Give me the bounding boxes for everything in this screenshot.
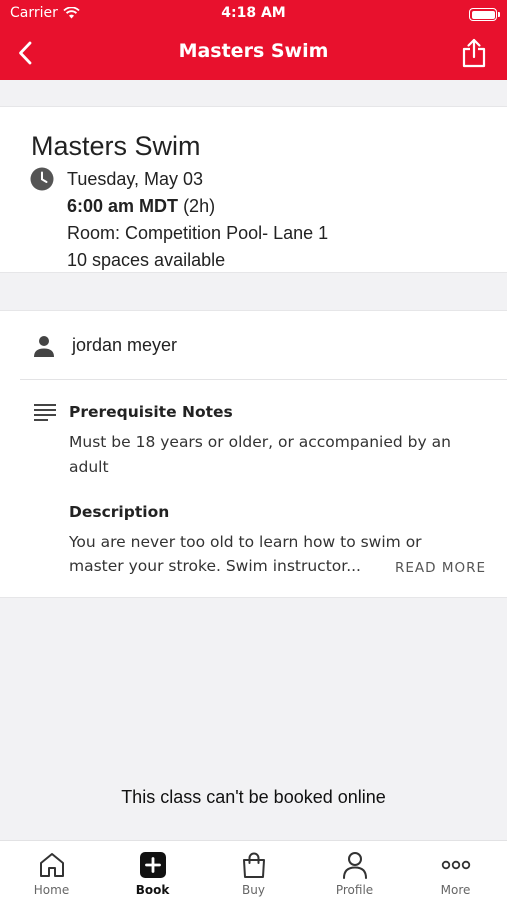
shopping-bag-icon <box>242 852 265 878</box>
tab-more[interactable]: More <box>405 841 506 900</box>
tab-book[interactable]: Book <box>102 841 203 900</box>
tab-bar: Home Book Buy Profile More <box>0 840 507 900</box>
instructor-name[interactable]: jordan meyer <box>72 335 177 356</box>
class-summary-card: Masters Swim Tuesday, May 03 6:00 am MDT… <box>0 106 507 273</box>
description-heading: Description <box>69 503 170 521</box>
tab-profile[interactable]: Profile <box>304 841 405 900</box>
more-dots-icon <box>441 860 470 870</box>
tab-home[interactable]: Home <box>1 841 102 900</box>
app-header: Carrier 4:18 AM Masters Swim <box>0 0 507 80</box>
battery-icon <box>469 8 500 21</box>
read-more-link[interactable]: READ MORE <box>395 560 486 576</box>
tab-label-more: More <box>440 883 471 897</box>
tab-buy[interactable]: Buy <box>203 841 304 900</box>
person-outline-icon <box>342 852 367 879</box>
class-time: 6:00 am MDT <box>67 196 179 216</box>
clock-icon <box>30 167 54 191</box>
class-duration: (2h) <box>183 196 216 216</box>
plus-square-icon <box>139 852 166 878</box>
person-icon <box>34 336 54 357</box>
description-line-2: master your stroke. Swim instructor... <box>69 557 361 575</box>
chevron-left-icon <box>19 41 32 65</box>
prerequisite-heading: Prerequisite Notes <box>69 403 233 421</box>
status-time: 4:18 AM <box>221 5 286 21</box>
class-date: Tuesday, May 03 <box>67 169 204 189</box>
share-button[interactable] <box>459 36 489 70</box>
status-bar: Carrier 4:18 AM <box>0 0 507 28</box>
class-spaces: 10 spaces available <box>67 250 226 270</box>
prerequisite-text: Must be 18 years or older, or accompanie… <box>69 433 451 476</box>
divider <box>20 379 507 380</box>
description-line-1: You are never too old to learn how to sw… <box>69 533 422 551</box>
class-title: Masters Swim <box>31 131 201 161</box>
tab-label-home: Home <box>33 883 70 897</box>
tab-label-profile: Profile <box>335 883 374 897</box>
share-icon <box>462 38 486 68</box>
class-details-card: jordan meyer Prerequisite Notes Must be … <box>0 310 507 598</box>
class-room: Room: Competition Pool- Lane 1 <box>67 223 329 243</box>
tab-label-book: Book <box>135 883 170 897</box>
nav-bar: Masters Swim <box>0 30 507 76</box>
tab-label-buy: Buy <box>242 883 265 897</box>
page-title: Masters Swim <box>178 40 329 62</box>
booking-notice: This class can't be booked online <box>121 787 386 807</box>
class-time-line: 6:00 am MDT (2h) <box>67 196 215 217</box>
notes-icon <box>34 404 56 421</box>
back-button[interactable] <box>10 36 40 70</box>
home-icon <box>39 853 64 877</box>
